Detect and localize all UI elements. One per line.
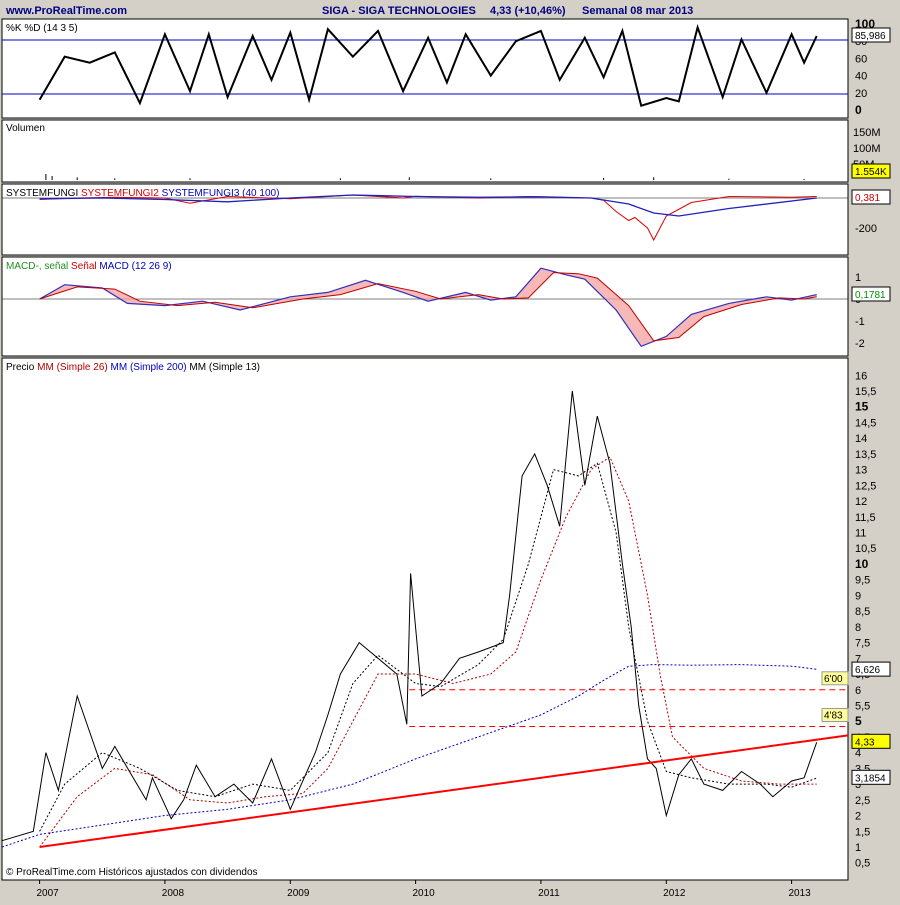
- chart-header-title: SIGA - SIGA TECHNOLOGIES: [322, 5, 476, 17]
- macd-last-value: 0,1781: [855, 290, 886, 301]
- price-tick-label: 9,5: [855, 575, 870, 587]
- volume-title: Volumen: [6, 123, 45, 134]
- price-panel: [1, 357, 849, 881]
- price-tick-label: 10,5: [855, 543, 876, 555]
- x-tick-label: 2009: [287, 888, 310, 899]
- macd-title-1: MACD-, señal: [6, 261, 68, 272]
- price-tick-label: 14,5: [855, 417, 876, 429]
- x-tick-label: 2013: [788, 888, 811, 899]
- price-tick-label: 9: [855, 590, 861, 602]
- volume-last-value: 1.554K: [855, 167, 887, 178]
- macd-title-2: Señal: [71, 261, 97, 272]
- x-tick-label: 2011: [538, 888, 560, 899]
- price-tick-label: 10: [855, 557, 869, 571]
- chart-window: www.ProRealTime.com SIGA - SIGA TECHNOLO…: [0, 0, 900, 900]
- macd-tick-label: 1: [855, 272, 861, 284]
- price-tick-label: 12,5: [855, 480, 876, 492]
- x-tick-label: 2007: [36, 888, 59, 899]
- price-title-2: MM (Simple 26): [37, 362, 108, 373]
- price-tick-label: 6: [855, 685, 861, 697]
- price-value-label: 3,1854: [855, 773, 886, 784]
- price-title-4: MM (Simple 13): [189, 362, 260, 373]
- price-tick-label: 14: [855, 433, 867, 445]
- stochastic-tick-label: 60: [855, 53, 867, 65]
- price-tick-label: 2: [855, 811, 861, 823]
- price-tick-label: 2,5: [855, 795, 870, 807]
- stochastic-tick-label: 40: [855, 71, 867, 83]
- price-tick-label: 13,5: [855, 449, 876, 461]
- chart-canvas: www.ProRealTime.com SIGA - SIGA TECHNOLO…: [0, 0, 900, 900]
- site-link[interactable]: www.ProRealTime.com: [5, 5, 127, 17]
- resistance-label: 6'00: [824, 674, 843, 685]
- price-tick-label: 8: [855, 622, 861, 634]
- stochastic-tick-label: 20: [855, 88, 867, 100]
- stochastic-last-value: 85,986: [855, 31, 886, 42]
- price-tick-label: 11,5: [855, 512, 876, 524]
- price-tick-label: 15,5: [855, 386, 876, 398]
- price-tick-label: 4: [855, 748, 861, 760]
- macd-tick-label: -1: [855, 316, 865, 328]
- price-tick-label: 1: [855, 842, 861, 854]
- price-title-3: MM (Simple 200): [111, 362, 187, 373]
- x-tick-label: 2010: [412, 888, 435, 899]
- chart-header-quote: 4,33 (+10,46%): [490, 5, 566, 17]
- x-tick-label: 2008: [162, 888, 185, 899]
- volume-tick-label: 100M: [853, 143, 881, 155]
- price-tick-label: 1,5: [855, 826, 870, 838]
- price-tick-label: 13: [855, 465, 867, 477]
- x-tick-label: 2012: [663, 888, 686, 899]
- price-tick-label: 7,5: [855, 638, 870, 650]
- footer-credit: © ProRealTime.com Históricos ajustados c…: [6, 867, 258, 878]
- price-tick-label: 0,5: [855, 858, 870, 870]
- price-tick-label: 16: [855, 370, 867, 382]
- resistance-label: 4'83: [824, 711, 843, 722]
- price-tick-label: 5,5: [855, 701, 870, 713]
- price-tick-label: 5: [855, 714, 862, 728]
- price-title: Precio MM (Simple 26) MM (Simple 200) MM…: [6, 362, 260, 373]
- systemfungi-last-value: 0,381: [855, 193, 880, 204]
- macd-title-3: MACD (12 26 9): [99, 261, 171, 272]
- macd-title: MACD-, señal Señal MACD (12 26 9): [6, 261, 172, 272]
- price-title-1: Precio: [6, 362, 35, 373]
- price-value-label: 6,626: [855, 665, 880, 676]
- systemfungi-title-1: SYSTEMFUNGI: [6, 188, 78, 199]
- volume-tick-label: 150M: [853, 127, 881, 139]
- volume-panel: [1, 119, 849, 183]
- price-tick-label: 15: [855, 400, 869, 414]
- price-tick-label: 12: [855, 496, 867, 508]
- systemfungi-tick-label: -200: [855, 223, 877, 235]
- chart-header-period: Semanal 08 mar 2013: [582, 5, 693, 17]
- macd-tick-label: -2: [855, 338, 865, 350]
- price-tick-label: 11: [855, 528, 866, 540]
- price-tick-label: 8,5: [855, 606, 870, 618]
- price-value-label: 4,33: [855, 737, 875, 748]
- stochastic-title: %K %D (14 3 5): [6, 23, 78, 34]
- stochastic-tick-label: 0: [855, 103, 862, 117]
- stochastic-panel: [1, 18, 849, 119]
